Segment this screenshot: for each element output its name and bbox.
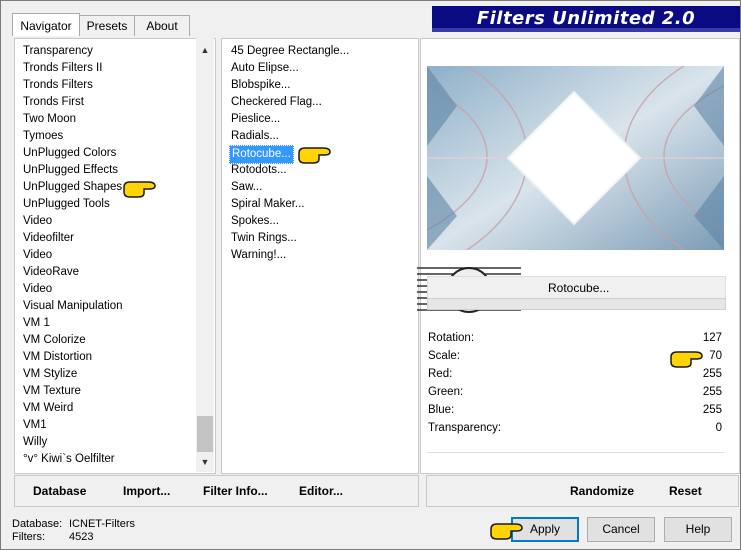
- category-item[interactable]: Videofilter: [23, 230, 74, 247]
- category-item[interactable]: UnPlugged Colors: [23, 145, 116, 162]
- param-label: Red:: [428, 368, 453, 380]
- status-database-label: Database:: [12, 518, 63, 530]
- param-label: Transparency:: [428, 422, 502, 434]
- status-filters: Filters: 4523: [12, 531, 93, 543]
- tab-presets[interactable]: Presets: [79, 15, 135, 36]
- right-button-bar: Randomize Reset: [426, 475, 739, 507]
- scrollbar-thumb[interactable]: [197, 416, 213, 452]
- category-list[interactable]: Transparency Tronds Filters II Tronds Filt…: [14, 38, 216, 474]
- param-value[interactable]: 255: [703, 384, 722, 401]
- reset-button[interactable]: Reset: [669, 476, 702, 506]
- filter-item[interactable]: Saw...: [231, 179, 262, 196]
- filter-item[interactable]: Twin Rings...: [231, 230, 297, 247]
- current-filter-name: Rotocube...: [548, 281, 610, 295]
- param-row[interactable]: Blue: 255: [428, 402, 724, 419]
- app-title-text: Filters Unlimited 2.0: [476, 8, 696, 29]
- category-item[interactable]: Video: [23, 247, 52, 264]
- pointing-hand-icon: [670, 351, 703, 368]
- filter-item[interactable]: Pieslice...: [231, 111, 280, 128]
- category-item[interactable]: UnPlugged Effects: [23, 162, 118, 179]
- category-item[interactable]: VM Colorize: [23, 332, 86, 349]
- pointing-hand-icon: [123, 181, 156, 198]
- status-filters-value: 4523: [69, 531, 94, 543]
- filter-item[interactable]: Spiral Maker...: [231, 196, 305, 213]
- preview-image: [427, 66, 724, 250]
- category-item[interactable]: VM Texture: [23, 383, 81, 400]
- category-item[interactable]: UnPlugged Shapes: [23, 179, 122, 196]
- param-label: Rotation:: [428, 332, 475, 344]
- help-button[interactable]: Help: [664, 517, 732, 542]
- category-item[interactable]: VM1: [23, 417, 47, 434]
- param-value[interactable]: 70: [709, 348, 722, 365]
- category-item[interactable]: VM Stylize: [23, 366, 77, 383]
- randomize-button[interactable]: Randomize: [570, 476, 634, 506]
- param-value[interactable]: 255: [703, 402, 722, 419]
- filter-item[interactable]: Auto Elipse...: [231, 60, 299, 77]
- editor-button[interactable]: Editor...: [299, 476, 343, 506]
- category-item[interactable]: VM Distortion: [23, 349, 92, 366]
- category-item[interactable]: VideoRave: [23, 264, 79, 281]
- category-item[interactable]: VM 1: [23, 315, 50, 332]
- import-button[interactable]: Import...: [123, 476, 170, 506]
- status-database-value: ICNET-Filters: [69, 518, 135, 530]
- category-item[interactable]: Tymoes: [23, 128, 63, 145]
- param-value[interactable]: 127: [703, 330, 722, 347]
- param-value[interactable]: 255: [703, 366, 722, 383]
- filter-item[interactable]: Rotodots...: [231, 162, 287, 179]
- scroll-up-icon[interactable]: ▲: [196, 42, 214, 58]
- app-title: Filters Unlimited 2.0: [432, 6, 740, 32]
- category-item[interactable]: Two Moon: [23, 111, 76, 128]
- param-value[interactable]: 0: [716, 420, 722, 437]
- filter-progress: [427, 298, 726, 310]
- category-item[interactable]: Video: [23, 281, 52, 298]
- param-label: Blue:: [428, 404, 455, 416]
- param-label: Green:: [428, 386, 464, 398]
- status-filters-label: Filters:: [12, 531, 45, 543]
- filter-item[interactable]: Checkered Flag...: [231, 94, 322, 111]
- filter-list[interactable]: 45 Degree Rectangle... Auto Elipse... Blob…: [221, 38, 419, 474]
- category-item[interactable]: Tronds Filters II: [23, 60, 102, 77]
- cancel-button[interactable]: Cancel: [587, 517, 655, 542]
- param-row[interactable]: Green: 255: [428, 384, 724, 401]
- category-item[interactable]: VM Weird: [23, 400, 73, 417]
- filter-item[interactable]: Warning!...: [231, 247, 286, 264]
- pointing-hand-icon: [298, 147, 331, 164]
- left-button-bar: Database Import... Filter Info... Editor…: [14, 475, 419, 507]
- param-label: Scale:: [428, 350, 460, 362]
- category-item[interactable]: Video: [23, 213, 52, 230]
- category-item[interactable]: Tronds Filters: [23, 77, 93, 94]
- param-row[interactable]: Transparency: 0: [428, 420, 724, 437]
- category-item[interactable]: Tronds First: [23, 94, 84, 111]
- filter-item[interactable]: Blobspike...: [231, 77, 290, 94]
- filter-item[interactable]: Spokes...: [231, 213, 279, 230]
- param-row[interactable]: Rotation: 127: [428, 330, 724, 347]
- category-item[interactable]: Willy: [23, 434, 47, 451]
- filter-info-button[interactable]: Filter Info...: [203, 476, 268, 506]
- category-item[interactable]: Transparency: [23, 43, 93, 60]
- database-button[interactable]: Database: [33, 476, 86, 506]
- tab-navigator[interactable]: Navigator: [12, 13, 80, 36]
- filter-item[interactable]: Radials...: [231, 128, 279, 145]
- filter-item[interactable]: 45 Degree Rectangle...: [231, 43, 349, 60]
- category-item[interactable]: Visual Manipulation: [23, 298, 123, 315]
- category-scrollbar[interactable]: ▲ ▼: [196, 38, 214, 472]
- param-divider: [427, 452, 724, 453]
- scroll-down-icon[interactable]: ▼: [196, 454, 214, 470]
- category-item[interactable]: UnPlugged Tools: [23, 196, 110, 213]
- category-item[interactable]: °v° Kiwi`s Oelfilter: [23, 451, 115, 468]
- current-filter-bar: Rotocube...: [427, 276, 726, 300]
- status-database: Database: ICNET-Filters: [12, 518, 135, 530]
- tab-about[interactable]: About: [134, 15, 190, 36]
- pointing-hand-icon: [490, 523, 523, 540]
